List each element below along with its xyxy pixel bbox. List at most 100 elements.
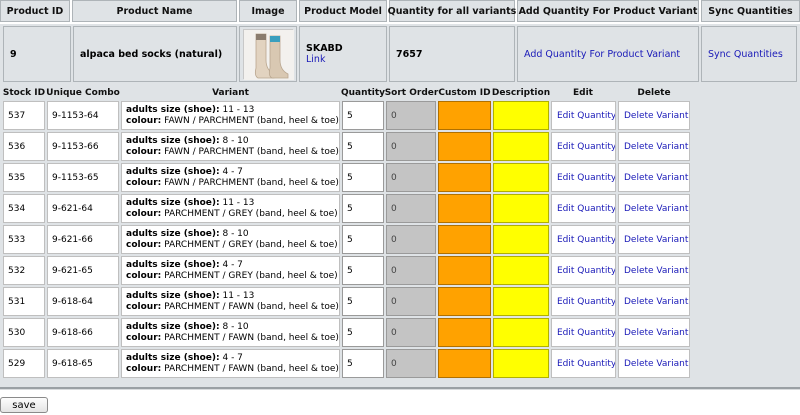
quantity-input[interactable]: 5 [342,163,384,192]
delete-variant-link[interactable]: Delete Variant [624,359,688,369]
edit-quantity-link[interactable]: Edit Quantity [557,266,615,276]
unique-combo-value: 9-1153-66 [52,141,99,152]
custom-id-input[interactable] [438,101,491,130]
variant-size-line: adults size (shoe): 4 - 7 [126,167,243,178]
edit-quantity-link[interactable]: Edit Quantity [557,173,615,183]
delete-variant-link[interactable]: Delete Variant [624,173,688,183]
quantity-value: 5 [347,234,353,245]
add-quantity-cell: Add Quantity For Product Variant [517,26,699,82]
quantity-input[interactable]: 5 [342,349,384,378]
stock-id: 533 [3,225,45,254]
product-image[interactable] [243,29,294,80]
edit-quantity-link[interactable]: Edit Quantity [557,328,615,338]
quantity-input[interactable]: 5 [342,256,384,285]
quantity-input[interactable]: 5 [342,101,384,130]
product-id: 9 [3,26,71,82]
delete-variant-link[interactable]: Delete Variant [624,297,688,307]
custom-id-input[interactable] [438,256,491,285]
sort-order-input[interactable]: 0 [386,318,436,347]
colour-value: PARCHMENT / FAWN (band, heel & toe) [164,301,339,312]
variant-size-line: adults size (shoe): 4 - 7 [126,260,243,271]
sort-order-input[interactable]: 0 [386,225,436,254]
size-value: 11 - 13 [222,197,255,208]
quantity-input[interactable]: 5 [342,287,384,316]
delete-variant-link[interactable]: Delete Variant [624,235,688,245]
variant-header-variant: Variant [212,88,249,98]
description-input[interactable] [493,225,549,254]
unique-combo-value: 9-621-65 [52,265,93,276]
col-header-image: Image [239,0,297,22]
sort-order-value: 0 [391,172,397,183]
description-input[interactable] [493,132,549,161]
variant-header-unique-combo: Unique Combo [46,88,120,98]
colour-value: FAWN / PARCHMENT (band, heel & toe) [164,146,339,157]
edit-quantity-link[interactable]: Edit Quantity [557,235,615,245]
variant-header-edit: Edit [573,88,593,98]
sync-quantities-link[interactable]: Sync Quantities [708,49,783,60]
stock-id-value: 536 [8,141,26,152]
sort-order-value: 0 [391,141,397,152]
sort-order-value: 0 [391,358,397,369]
sort-order-input[interactable]: 0 [386,132,436,161]
quantity-input[interactable]: 5 [342,225,384,254]
sort-order-input[interactable]: 0 [386,349,436,378]
colour-value: PARCHMENT / GREY (band, heel & toe) [164,270,338,281]
unique-combo: 9-618-65 [47,349,119,378]
sort-order-value: 0 [391,203,397,214]
description-input[interactable] [493,101,549,130]
custom-id-input[interactable] [438,163,491,192]
unique-combo-value: 9-618-66 [52,327,93,338]
size-label: adults size (shoe): [126,166,220,177]
description-input[interactable] [493,287,549,316]
colour-value: PARCHMENT / GREY (band, heel & toe) [164,208,338,219]
colour-value: FAWN / PARCHMENT (band, heel & toe) [164,177,339,188]
delete-variant-link[interactable]: Delete Variant [624,204,688,214]
edit-quantity-link[interactable]: Edit Quantity [557,297,615,307]
custom-id-input[interactable] [438,194,491,223]
unique-combo: 9-618-66 [47,318,119,347]
sort-order-input[interactable]: 0 [386,287,436,316]
custom-id-input[interactable] [438,349,491,378]
variant-description: adults size (shoe): 4 - 7 colour: FAWN / … [121,163,340,192]
description-input[interactable] [493,318,549,347]
quantity-value: 5 [347,172,353,183]
sort-order-input[interactable]: 0 [386,101,436,130]
sort-order-input[interactable]: 0 [386,194,436,223]
delete-variant-link[interactable]: Delete Variant [624,266,688,276]
quantity-input[interactable]: 5 [342,194,384,223]
delete-variant-link[interactable]: Delete Variant [624,328,688,338]
size-value: 4 - 7 [222,166,243,177]
edit-quantity-link[interactable]: Edit Quantity [557,359,615,369]
custom-id-input[interactable] [438,318,491,347]
stock-id: 534 [3,194,45,223]
edit-quantity-link[interactable]: Edit Quantity [557,204,615,214]
stock-id: 531 [3,287,45,316]
description-input[interactable] [493,194,549,223]
add-quantity-link[interactable]: Add Quantity For Product Variant [524,49,680,60]
description-input[interactable] [493,349,549,378]
custom-id-input[interactable] [438,225,491,254]
quantity-value: 5 [347,141,353,152]
delete-variant-link[interactable]: Delete Variant [624,111,688,121]
variant-colour-line: colour: PARCHMENT / FAWN (band, heel & t… [126,333,339,344]
delete-cell: Delete Variant [618,225,690,254]
variant-description: adults size (shoe): 4 - 7 colour: PARCHME… [121,256,340,285]
save-button[interactable]: save [0,397,48,413]
delete-variant-link[interactable]: Delete Variant [624,142,688,152]
description-input[interactable] [493,163,549,192]
edit-quantity-link[interactable]: Edit Quantity [557,111,615,121]
custom-id-input[interactable] [438,287,491,316]
stock-id: 529 [3,349,45,378]
quantity-value: 5 [347,358,353,369]
quantity-value: 5 [347,110,353,121]
sort-order-value: 0 [391,327,397,338]
description-input[interactable] [493,256,549,285]
product-link[interactable]: Link [306,54,325,65]
quantity-input[interactable]: 5 [342,318,384,347]
custom-id-input[interactable] [438,132,491,161]
edit-cell: Edit Quantity [551,101,616,130]
quantity-input[interactable]: 5 [342,132,384,161]
edit-quantity-link[interactable]: Edit Quantity [557,142,615,152]
sort-order-input[interactable]: 0 [386,163,436,192]
sort-order-input[interactable]: 0 [386,256,436,285]
